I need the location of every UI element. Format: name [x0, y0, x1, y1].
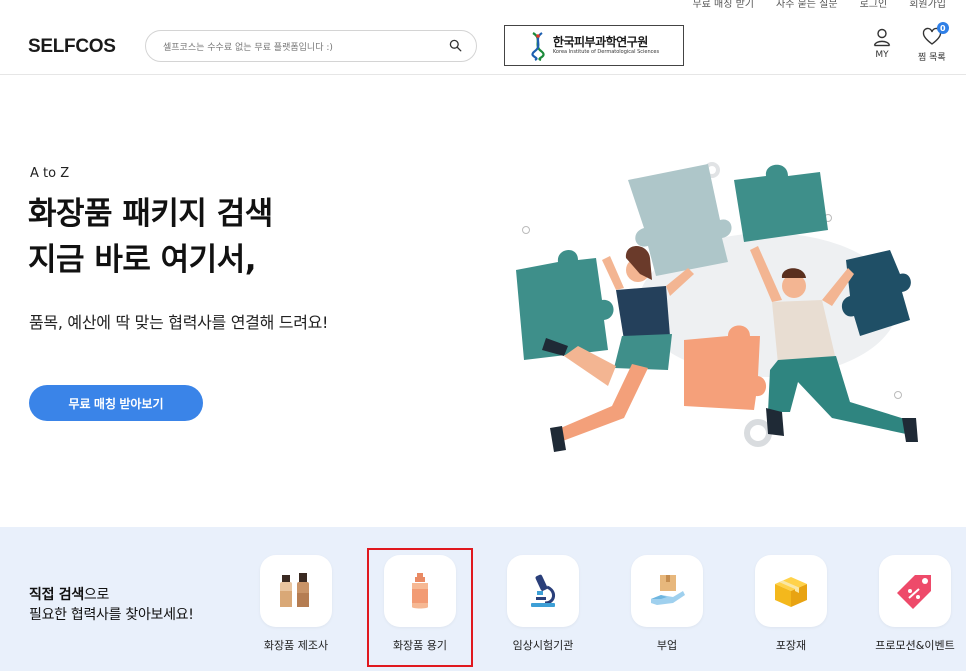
- direct-search-section: 직접 검색으로 필요한 협력사를 찾아보세요! 화장품 제조사 화장품 용기 임…: [0, 527, 966, 671]
- category-tile[interactable]: [755, 555, 827, 627]
- category-label: 부업: [656, 639, 678, 652]
- free-matching-button[interactable]: 무료 매칭 받아보기: [29, 385, 203, 421]
- price-tag-icon: [897, 575, 931, 609]
- category-clinical[interactable]: 임상시험기관: [488, 555, 598, 653]
- search-input[interactable]: 셀프코스는 수수료 없는 무료 플랫폼입니다 :): [163, 40, 449, 53]
- direct-search-subtitle: 필요한 협력사를 찾아보세요!: [29, 607, 194, 624]
- direct-search-title-rest: 으로: [83, 587, 110, 603]
- category-packaging[interactable]: 포장재: [736, 555, 846, 653]
- puzzle-people-illustration: [516, 162, 918, 452]
- headline-line-2: 지금 바로 여기서,: [28, 241, 257, 278]
- search-icon[interactable]: [449, 37, 462, 56]
- category-tile[interactable]: [631, 555, 703, 627]
- my-page-button[interactable]: MY: [872, 27, 892, 60]
- direct-search-title: 직접 검색으로 필요한 협력사를 찾아보세요!: [29, 585, 194, 626]
- headline-line-1: 화장품 패키지 검색: [28, 196, 273, 232]
- my-label: MY: [875, 50, 889, 60]
- search-bar[interactable]: 셀프코스는 수수료 없는 무료 플랫폼입니다 :): [145, 30, 477, 62]
- hero-headline: 화장품 패키지 검색 지금 바로 여기서,: [28, 192, 273, 284]
- category-promotion[interactable]: 프로모션&이벤트: [860, 555, 966, 653]
- category-manufacturer[interactable]: 화장품 제조사: [241, 555, 351, 653]
- package-box-icon: [775, 577, 807, 607]
- category-tile[interactable]: [384, 555, 456, 627]
- wishlist-label: 찜 목록: [918, 53, 946, 63]
- site-logo[interactable]: SELFCOS: [28, 36, 116, 58]
- hero-eyebrow: A to Z: [30, 166, 70, 181]
- partner-name-en: Korea Institute of Dermatological Scienc…: [552, 49, 660, 55]
- wishlist-button[interactable]: 0 찜 목록: [918, 22, 949, 63]
- direct-search-title-bold: 직접 검색: [29, 587, 84, 603]
- gear-icon: [744, 419, 772, 447]
- category-tile[interactable]: [879, 555, 951, 627]
- category-label: 임상시험기관: [512, 639, 574, 652]
- category-label: 포장재: [775, 639, 807, 652]
- category-side-business[interactable]: 부업: [612, 555, 722, 653]
- hero-subline: 품목, 예산에 딱 맞는 협력사를 연결해 드려요!: [29, 313, 329, 332]
- category-label: 프로모션&이벤트: [875, 639, 955, 652]
- partner-banner[interactable]: 한국피부과학연구원 Korea Institute of Dermatologi…: [504, 25, 684, 66]
- category-tile[interactable]: [260, 555, 332, 627]
- category-tile[interactable]: [507, 555, 579, 627]
- site-header: SELFCOS 셀프코스는 수수료 없는 무료 플랫폼입니다 :) 한국피부과학…: [0, 0, 966, 75]
- box-in-hand-icon: [651, 575, 685, 605]
- cosmetic-bottles-icon: [280, 573, 309, 607]
- partner-name-ko: 한국피부과학연구원: [552, 35, 648, 49]
- category-label: 화장품 제조사: [263, 639, 329, 652]
- microscope-icon: [531, 574, 555, 607]
- category-label: 화장품 용기: [392, 639, 448, 652]
- user-icon: [873, 28, 891, 47]
- category-container[interactable]: 화장품 용기: [365, 555, 475, 653]
- cosmetic-container-icon: [412, 573, 428, 609]
- dna-logo-icon: [531, 31, 545, 61]
- wishlist-count-badge: 0: [936, 22, 949, 34]
